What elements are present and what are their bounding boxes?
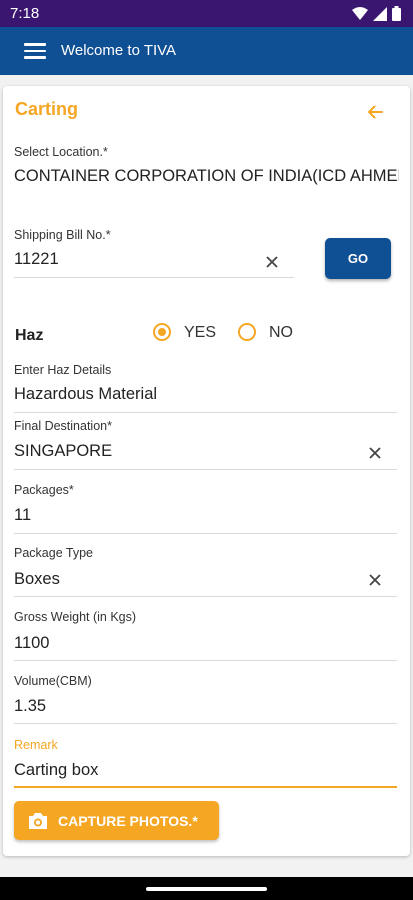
shipping-bill-underline bbox=[14, 277, 294, 278]
haz-no-radio[interactable] bbox=[238, 323, 256, 341]
package-type-input[interactable]: Boxes bbox=[14, 570, 60, 589]
remark-label: Remark bbox=[14, 738, 58, 752]
capture-photos-label: CAPTURE PHOTOS.* bbox=[58, 812, 198, 829]
haz-details-underline bbox=[14, 412, 397, 413]
haz-yes-label: YES bbox=[184, 324, 217, 341]
go-button[interactable]: GO bbox=[325, 238, 391, 279]
packages-label: Packages* bbox=[14, 483, 74, 497]
haz-yes-radio[interactable] bbox=[153, 323, 171, 341]
haz-no-label: NO bbox=[269, 324, 293, 341]
status-time: 7:18 bbox=[10, 5, 40, 22]
haz-label: Haz bbox=[15, 327, 44, 344]
wifi-icon bbox=[352, 6, 368, 20]
clear-shipping-bill-icon[interactable] bbox=[265, 255, 279, 269]
status-bar: 7:18 bbox=[0, 0, 413, 27]
haz-details-input[interactable]: Hazardous Material bbox=[14, 385, 157, 404]
volume-label: Volume(CBM) bbox=[14, 674, 92, 688]
clear-destination-icon[interactable] bbox=[368, 446, 382, 460]
gross-weight-input[interactable]: 1100 bbox=[14, 634, 49, 653]
remark-input[interactable]: Carting box bbox=[14, 761, 98, 780]
home-handle[interactable] bbox=[146, 887, 267, 891]
packages-input[interactable]: 11 bbox=[14, 506, 31, 525]
final-destination-input[interactable]: SINGAPORE bbox=[14, 442, 112, 461]
hamburger-menu-icon[interactable] bbox=[24, 43, 46, 59]
remark-underline bbox=[14, 786, 397, 788]
arrow-left-icon[interactable] bbox=[366, 103, 384, 121]
clear-package-type-icon[interactable] bbox=[368, 573, 382, 587]
final-destination-label: Final Destination* bbox=[14, 419, 112, 433]
location-select[interactable]: CONTAINER CORPORATION OF INDIA(ICD AHMED… bbox=[14, 167, 399, 186]
gross-weight-label: Gross Weight (in Kgs) bbox=[14, 610, 137, 624]
app-bar: Welcome to TIVA bbox=[0, 27, 413, 75]
battery-icon bbox=[392, 6, 401, 21]
shipping-bill-input[interactable]: 11221 bbox=[14, 250, 254, 269]
final-destination-underline bbox=[14, 469, 397, 470]
package-type-label: Package Type bbox=[14, 546, 93, 560]
packages-underline bbox=[14, 533, 397, 534]
signal-icon bbox=[373, 6, 387, 21]
capture-photos-button[interactable]: CAPTURE PHOTOS.* bbox=[14, 801, 219, 840]
status-icons bbox=[352, 6, 401, 21]
system-nav-bar bbox=[0, 877, 413, 900]
camera-icon bbox=[29, 812, 47, 829]
shipping-bill-label: Shipping Bill No.* bbox=[14, 228, 111, 242]
location-label: Select Location.* bbox=[14, 145, 108, 159]
volume-underline bbox=[14, 723, 397, 724]
gross-weight-underline bbox=[14, 660, 397, 661]
haz-details-label: Enter Haz Details bbox=[14, 363, 112, 377]
form-title: Carting bbox=[15, 99, 78, 119]
package-type-underline bbox=[14, 596, 397, 597]
volume-input[interactable]: 1.35 bbox=[14, 697, 46, 716]
app-title: Welcome to TIVA bbox=[61, 42, 177, 59]
carting-form-card: Carting Select Location.* CONTAINER CORP… bbox=[3, 86, 410, 856]
